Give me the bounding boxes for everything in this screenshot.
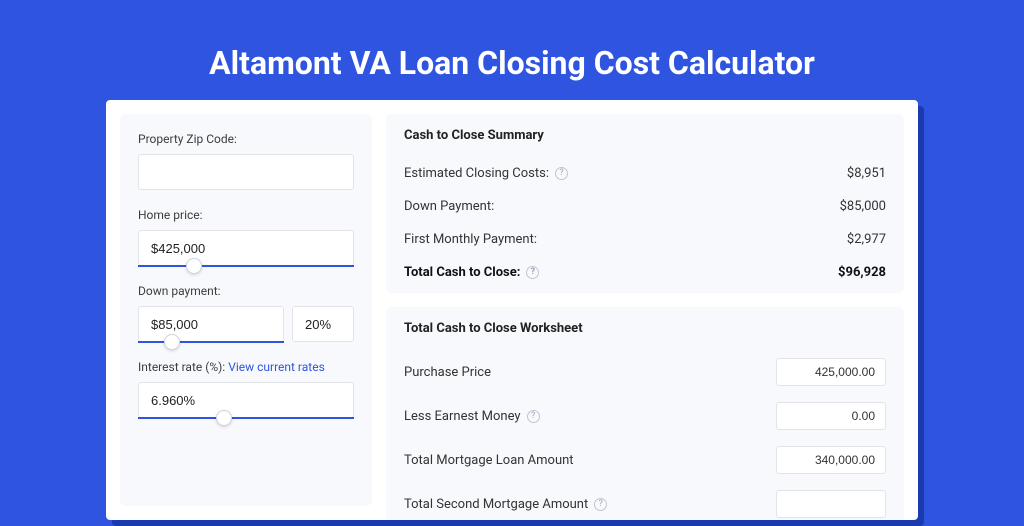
summary-row: Total Cash to Close:? $96,928 — [404, 256, 886, 289]
down-payment-input[interactable] — [138, 306, 284, 342]
summary-row-label: Estimated Closing Costs:? — [404, 166, 568, 181]
summary-row: Down Payment: $85,000 — [404, 190, 886, 223]
worksheet-row-value-input[interactable] — [776, 490, 886, 518]
worksheet-row-label: Less Earnest Money? — [404, 409, 540, 424]
home-price-input[interactable] — [138, 230, 354, 266]
down-payment-pct-input[interactable] — [292, 306, 354, 342]
interest-label: Interest rate (%): View current rates — [138, 360, 354, 374]
summary-row-label-text: Down Payment: — [404, 199, 494, 214]
down-payment-slider-thumb[interactable] — [164, 334, 180, 350]
calculator-card: Property Zip Code: Home price: Down paym… — [106, 100, 918, 520]
summary-row-label: Down Payment: — [404, 199, 494, 214]
help-icon[interactable]: ? — [526, 266, 539, 279]
summary-row: Estimated Closing Costs:? $8,951 — [404, 157, 886, 190]
worksheet-row-label: Purchase Price — [404, 365, 491, 380]
down-payment-slider-wrap — [138, 306, 284, 342]
interest-label-text: Interest rate (%): — [138, 360, 225, 374]
help-icon[interactable]: ? — [555, 167, 568, 180]
worksheet-title: Total Cash to Close Worksheet — [404, 321, 886, 336]
home-price-field: Home price: — [138, 208, 354, 266]
zip-input[interactable] — [138, 154, 354, 190]
home-price-slider-wrap — [138, 230, 354, 266]
help-icon[interactable]: ? — [594, 498, 607, 511]
summary-title: Cash to Close Summary — [404, 128, 886, 143]
calculator-card-wrap: Property Zip Code: Home price: Down paym… — [106, 100, 918, 520]
summary-row-value: $2,977 — [847, 232, 886, 247]
interest-slider-thumb[interactable] — [216, 410, 232, 426]
worksheet-row-label-text: Less Earnest Money — [404, 409, 521, 424]
interest-slider-track[interactable] — [138, 417, 354, 419]
interest-slider-wrap — [138, 382, 354, 418]
summary-row-value: $85,000 — [840, 199, 886, 214]
worksheet-row-label: Total Second Mortgage Amount? — [404, 497, 607, 512]
home-price-slider-thumb[interactable] — [186, 258, 202, 274]
summary-panel: Cash to Close Summary Estimated Closing … — [386, 114, 904, 293]
worksheet-row-value-input[interactable] — [776, 446, 886, 474]
page-title: Altamont VA Loan Closing Cost Calculator — [0, 0, 1024, 82]
results-column: Cash to Close Summary Estimated Closing … — [386, 114, 904, 506]
worksheet-row: Less Earnest Money? — [404, 394, 886, 438]
home-price-slider-track[interactable] — [138, 265, 354, 267]
down-payment-field: Down payment: — [138, 284, 354, 342]
summary-row-label-text: Total Cash to Close: — [404, 265, 520, 280]
summary-row: First Monthly Payment: $2,977 — [404, 223, 886, 256]
worksheet-row: Total Mortgage Loan Amount — [404, 438, 886, 482]
worksheet-row-label-text: Total Second Mortgage Amount — [404, 497, 588, 512]
summary-row-value: $8,951 — [847, 166, 886, 181]
worksheet-panel: Total Cash to Close Worksheet Purchase P… — [386, 307, 904, 520]
down-payment-label: Down payment: — [138, 284, 354, 298]
inputs-panel: Property Zip Code: Home price: Down paym… — [120, 114, 372, 506]
worksheet-row: Total Second Mortgage Amount? — [404, 482, 886, 520]
summary-row-label-text: First Monthly Payment: — [404, 232, 537, 247]
worksheet-row-label-text: Total Mortgage Loan Amount — [404, 453, 574, 468]
interest-field: Interest rate (%): View current rates — [138, 360, 354, 418]
worksheet-row-label: Total Mortgage Loan Amount — [404, 453, 574, 468]
home-price-label: Home price: — [138, 208, 354, 222]
worksheet-row: Purchase Price — [404, 350, 886, 394]
zip-field: Property Zip Code: — [138, 132, 354, 190]
summary-row-label: Total Cash to Close:? — [404, 265, 539, 280]
down-payment-slider-track[interactable] — [138, 341, 284, 343]
worksheet-row-value-input[interactable] — [776, 402, 886, 430]
summary-row-label: First Monthly Payment: — [404, 232, 537, 247]
zip-label: Property Zip Code: — [138, 132, 354, 146]
worksheet-row-label-text: Purchase Price — [404, 365, 491, 380]
summary-row-label-text: Estimated Closing Costs: — [404, 166, 549, 181]
view-rates-link[interactable]: View current rates — [228, 360, 325, 374]
worksheet-row-value-input[interactable] — [776, 358, 886, 386]
help-icon[interactable]: ? — [527, 410, 540, 423]
summary-row-value: $96,928 — [838, 265, 886, 280]
interest-input[interactable] — [138, 382, 354, 418]
